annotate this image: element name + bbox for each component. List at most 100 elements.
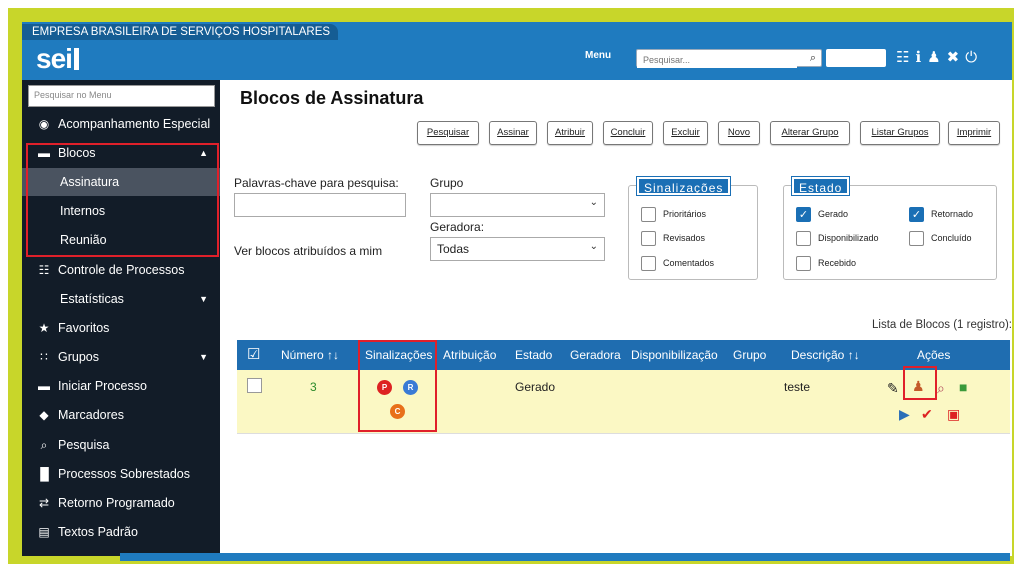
row-checkbox[interactable] [247,378,262,393]
row-numero[interactable]: 3 [310,380,317,394]
sidebar-item-iniciar[interactable]: ▬ Iniciar Processo [22,372,220,400]
checkbox-box[interactable] [796,256,811,272]
disponibilizado-checkbox[interactable]: Disponibilizado [796,230,879,247]
concluido-checkbox[interactable]: Concluído [909,230,972,247]
arrows-icon: ⇄ [38,496,50,510]
col-numero[interactable]: Número ↑↓ [281,340,339,370]
sign-check-icon[interactable]: ✔ [921,406,933,422]
sinalizacoes-legend: Sinalizações [635,176,732,196]
estado-fieldset: Estado ✓ Gerado ✓ Retornado Disponibilizad… [783,176,997,280]
keywords-input[interactable] [234,193,406,217]
sidebar-item-retorno[interactable]: ⇄ Retorno Programado [22,489,220,517]
listar-grupos-button[interactable]: Listar Grupos [860,121,940,145]
badge-comentado[interactable]: C [390,404,405,419]
badge-revisado[interactable]: R [403,380,418,395]
sidebar-item-controle[interactable]: ☷ Controle de Processos [22,256,220,284]
geradora-value: Todas [437,242,470,256]
row-descricao: teste [784,380,811,394]
trash-icon[interactable]: ▣ [947,406,960,422]
retornado-checkbox[interactable]: ✓ Retornado [909,206,973,223]
user-assign-icon[interactable]: ♟ [912,378,925,394]
grupo-select[interactable]: ⌄ [430,193,605,217]
sidebar-item-estatisticas[interactable]: Estatísticas ▼ [22,285,220,313]
sort-icon[interactable]: ↑↓ [327,348,339,362]
sidebar-item-sobrestados[interactable]: ▐▌ Processos Sobrestados [22,460,220,488]
col-atribuicao: Atribuição [443,348,497,362]
revisados-checkbox[interactable]: Revisados [641,230,705,247]
top-search-input[interactable] [637,52,797,68]
comentados-checkbox[interactable]: Comentados [641,255,714,272]
col-label: Número [281,348,324,362]
pesquisar-button[interactable]: Pesquisar [417,121,479,145]
keywords-label: Palavras-chave para pesquisa: [234,176,399,190]
sidebar-item-reuniao[interactable]: Reunião [22,226,220,254]
sidebar-item-blocos[interactable]: ▬ Blocos ▲ [22,139,220,167]
sidebar-item-assinatura[interactable]: Assinatura [22,168,220,196]
novo-button[interactable]: Novo [718,121,760,145]
col-descricao[interactable]: Descrição ↑↓ [791,340,860,370]
sinalizacoes-fieldset: Sinalizações Prioritários Revisados Come… [628,176,758,280]
menu-search-input[interactable]: Pesquisar no Menu [28,85,215,107]
check-icon[interactable]: ✓ [796,207,811,223]
top-icons: ☷ ℹ ♟ ✖ ⏻ [896,48,977,68]
checkbox-box[interactable] [641,256,656,272]
recebido-checkbox[interactable]: Recebido [796,255,857,272]
search-icon: ⌕ [40,438,48,452]
checkbox-box[interactable] [641,207,656,223]
sidebar-item-textos[interactable]: ▤ Textos Padrão [22,518,220,546]
unit-selector[interactable] [826,49,886,67]
sidebar-item-acompanhamento[interactable]: ◉ Acompanhamento Especial [22,110,220,138]
menu-button[interactable]: Menu [585,50,611,61]
checkbox-label: Recebido [818,258,857,268]
alterar-grupo-button[interactable]: Alterar Grupo [770,121,850,145]
sidebar-item-label: Favoritos [58,321,110,335]
sort-icon[interactable]: ↑↓ [848,348,860,362]
excluir-button[interactable]: Excluir [663,121,708,145]
user-icon[interactable]: ♟ [927,48,940,68]
col-sinalizacoes: Sinalizações [365,348,433,362]
power-icon[interactable]: ⏻ [965,48,977,68]
sidebar-item-pesquisa[interactable]: ⌕ Pesquisa [22,431,220,459]
sidebar-item-marcadores[interactable]: ◆ Marcadores [22,401,220,429]
sidebar-item-label: Pesquisa [58,438,110,452]
sidebar-item-internos[interactable]: Internos [22,197,220,225]
puzzle-icon[interactable]: ■ [959,379,967,395]
assinar-button[interactable]: Assinar [489,121,537,145]
search-document-icon[interactable]: ⌕ [937,380,945,396]
sidebar-item-label: Estatísticas [60,292,124,306]
screenshot-frame: EMPRESA BRASILEIRA DE SERVIÇOS HOSPITALA… [0,0,1014,564]
tools-icon[interactable]: ✖ [947,48,960,68]
search-icon[interactable]: ⌕ [810,52,816,65]
assigned-to-me-label[interactable]: Ver blocos atribuídos a mim [234,244,382,258]
sei-logo[interactable]: sei [36,42,79,76]
sidebar-item-favoritos[interactable]: ★ Favoritos [22,314,220,342]
geradora-select[interactable]: Todas ⌄ [430,237,605,261]
prioritarios-checkbox[interactable]: Prioritários [641,206,706,223]
checkbox-box[interactable] [796,231,811,247]
book-icon: ▬ [38,146,50,160]
group-icon: ∷ [40,350,48,364]
org-name: EMPRESA BRASILEIRA DE SERVIÇOS HOSPITALA… [22,24,339,40]
sidebar: Pesquisar no Menu ◉ Acompanhamento Especi… [22,80,220,556]
info-icon[interactable]: ℹ [915,48,921,68]
sidebar-item-grupos[interactable]: ∷ Grupos ▼ [22,343,220,371]
checkbox-box[interactable] [909,231,924,247]
send-document-icon[interactable]: ▶ [899,406,910,422]
edit-pencil-icon[interactable]: ✎ [887,380,899,396]
folder-icon: ▬ [38,379,50,393]
atribuir-button[interactable]: Atribuir [547,121,593,145]
imprimir-button[interactable]: Imprimir [948,121,1000,145]
page-title: Blocos de Assinatura [240,88,424,108]
concluir-button[interactable]: Concluir [603,121,653,145]
checkbox-label: Disponibilizado [818,233,879,243]
top-search-box: ⌕ [636,49,822,68]
checkbox-box[interactable] [641,231,656,247]
main-content: Blocos de Assinatura Pesquisar Assinar A… [220,80,1012,556]
check-icon[interactable]: ✓ [909,207,924,223]
col-grupo: Grupo [733,348,767,362]
select-all-checkbox-icon[interactable]: ☑ [247,340,260,370]
list-icon[interactable]: ☷ [896,48,909,68]
badge-prioritario[interactable]: P [377,380,392,395]
sidebar-item-label: Marcadores [58,408,124,422]
gerado-checkbox[interactable]: ✓ Gerado [796,206,848,223]
